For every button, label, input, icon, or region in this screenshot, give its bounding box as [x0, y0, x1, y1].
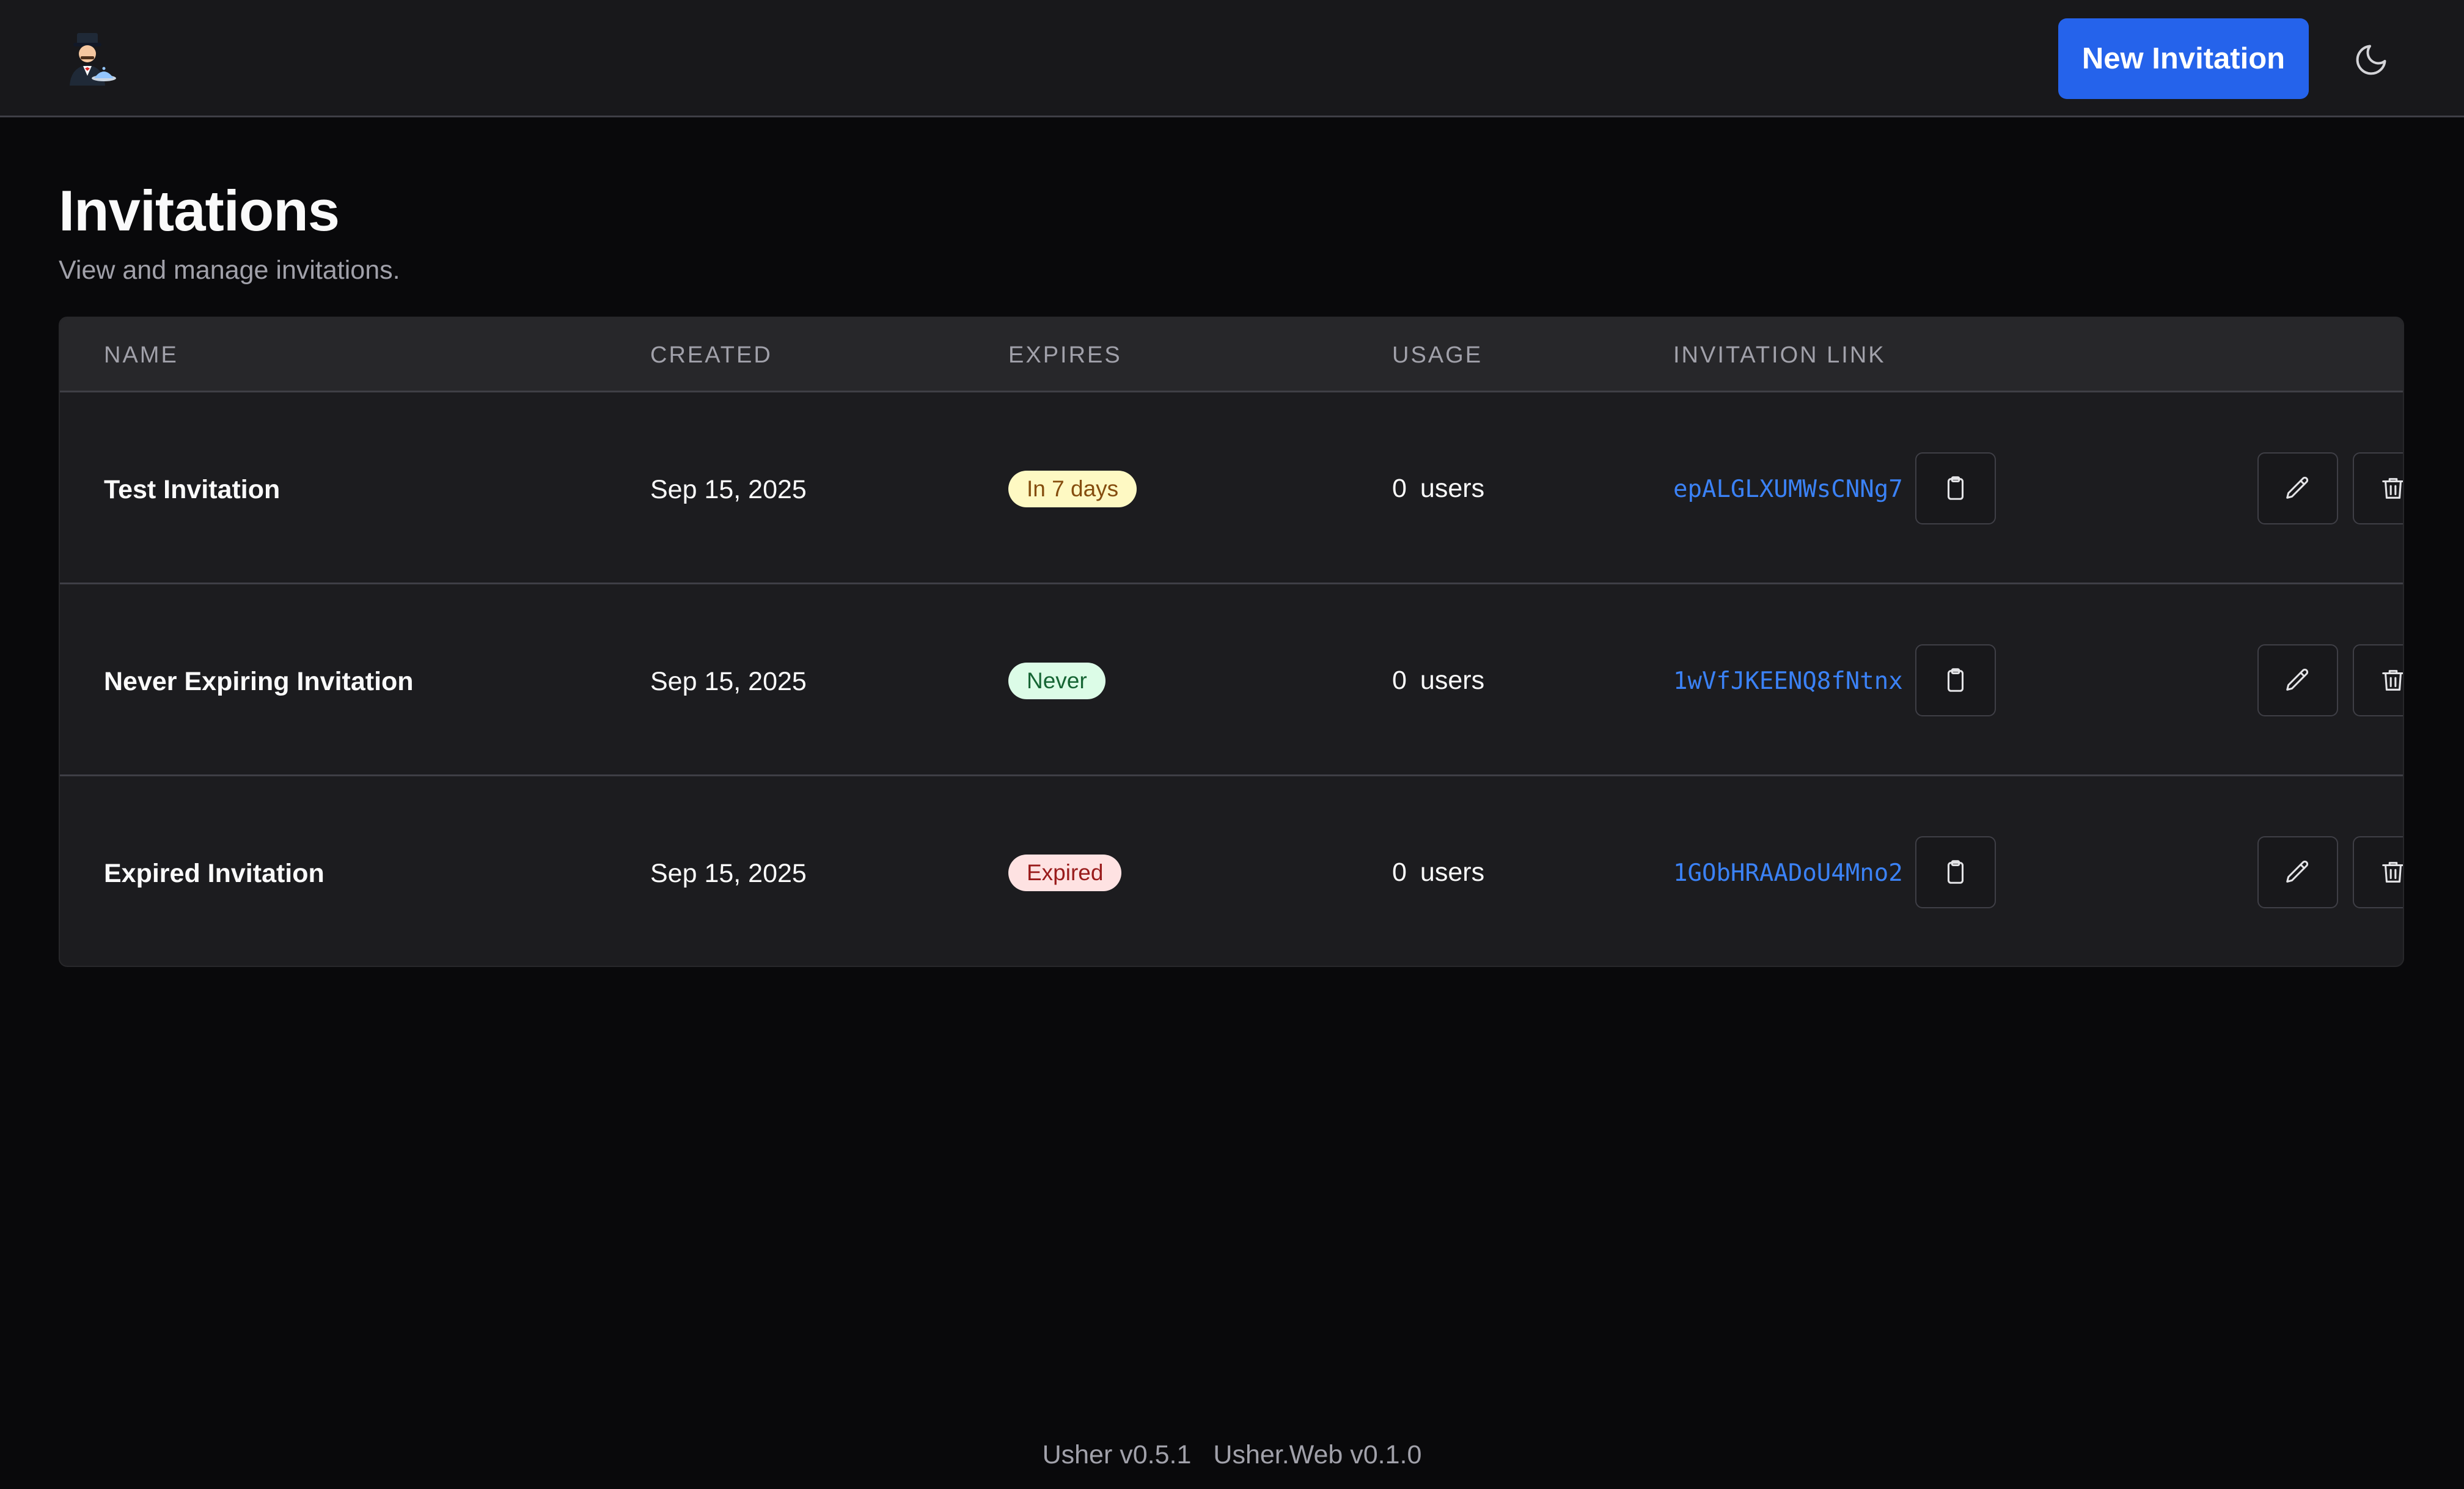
- column-header-invitation-link: INVITATION LINK: [1673, 342, 1886, 368]
- moon-icon[interactable]: [2348, 37, 2394, 83]
- pencil-icon: [2286, 861, 2309, 883]
- edit-invitation-button[interactable]: [2257, 836, 2338, 908]
- table-row[interactable]: Test Invitation Sep 15, 2025 In 7 days 0…: [60, 392, 2403, 584]
- clipboard-icon: [1947, 668, 1964, 692]
- edit-invitation-button[interactable]: [2257, 452, 2338, 524]
- delete-invitation-button[interactable]: [2353, 836, 2403, 908]
- page-subtitle: View and manage invitations.: [59, 256, 400, 285]
- edit-invitation-button[interactable]: [2257, 644, 2338, 716]
- trash-icon: [2382, 478, 2403, 499]
- invitation-link[interactable]: 1GObHRAADoU4Mno2: [1673, 858, 1903, 889]
- invitation-name: Expired Invitation: [104, 859, 324, 888]
- app-root: New Invitation Invitations View and mana…: [0, 0, 2464, 1489]
- copy-link-button[interactable]: [1915, 452, 1996, 524]
- usage-number: 0: [1392, 858, 1407, 887]
- expires-badge: In 7 days: [1008, 471, 1137, 507]
- new-invitation-button[interactable]: New Invitation: [2058, 18, 2309, 99]
- pencil-icon: [2286, 669, 2309, 691]
- delete-invitation-button[interactable]: [2353, 452, 2403, 524]
- usage-count: 0 users: [1392, 856, 1484, 888]
- copy-link-button[interactable]: [1915, 836, 1996, 908]
- usage-number: 0: [1392, 666, 1407, 695]
- column-header-created[interactable]: CREATED: [650, 341, 772, 369]
- invitation-name: Test Invitation: [104, 475, 280, 504]
- usage-unit: users: [1420, 666, 1485, 695]
- clipboard-icon: [1947, 476, 1964, 500]
- trash-icon: [2382, 670, 2403, 691]
- usage-unit: users: [1420, 474, 1485, 503]
- invitation-link[interactable]: 1wVfJKEENQ8fNtnx: [1673, 666, 1903, 697]
- delete-invitation-button[interactable]: [2353, 644, 2403, 716]
- version-footer: Usher v0.5.1 Usher.Web v0.1.0: [0, 1438, 2464, 1472]
- created-date: Sep 15, 2025: [650, 475, 807, 504]
- invitations-table: NAME CREATED EXPIRES USAGE INVITATION LI…: [59, 317, 2404, 967]
- invitation-link[interactable]: epALGLXUMWsCNNg7: [1673, 474, 1903, 506]
- table-row[interactable]: Expired Invitation Sep 15, 2025 Expired …: [60, 776, 2403, 966]
- table-row[interactable]: Never Expiring Invitation Sep 15, 2025 N…: [60, 584, 2403, 776]
- column-header-name[interactable]: NAME: [104, 341, 178, 369]
- expires-badge: Never: [1008, 663, 1106, 699]
- usage-count: 0 users: [1392, 472, 1484, 504]
- invitation-name: Never Expiring Invitation: [104, 667, 414, 696]
- page-title: Invitations: [59, 178, 340, 243]
- usage-unit: users: [1420, 858, 1485, 887]
- copy-link-button[interactable]: [1915, 644, 1996, 716]
- butler-logo-icon[interactable]: [59, 29, 117, 88]
- web-version: Usher.Web v0.1.0: [1213, 1440, 1422, 1469]
- expires-badge: Expired: [1008, 855, 1122, 891]
- table-header: NAME CREATED EXPIRES USAGE INVITATION LI…: [60, 318, 2403, 392]
- usage-count: 0 users: [1392, 664, 1484, 696]
- column-header-expires[interactable]: EXPIRES: [1008, 341, 1122, 369]
- clipboard-icon: [1947, 860, 1964, 884]
- top-header: New Invitation: [0, 0, 2464, 117]
- usage-number: 0: [1392, 474, 1407, 503]
- column-header-usage[interactable]: USAGE: [1392, 341, 1483, 369]
- created-date: Sep 15, 2025: [650, 667, 807, 696]
- usher-version: Usher v0.5.1: [1042, 1440, 1192, 1469]
- created-date: Sep 15, 2025: [650, 859, 807, 888]
- trash-icon: [2382, 862, 2403, 883]
- pencil-icon: [2286, 477, 2309, 499]
